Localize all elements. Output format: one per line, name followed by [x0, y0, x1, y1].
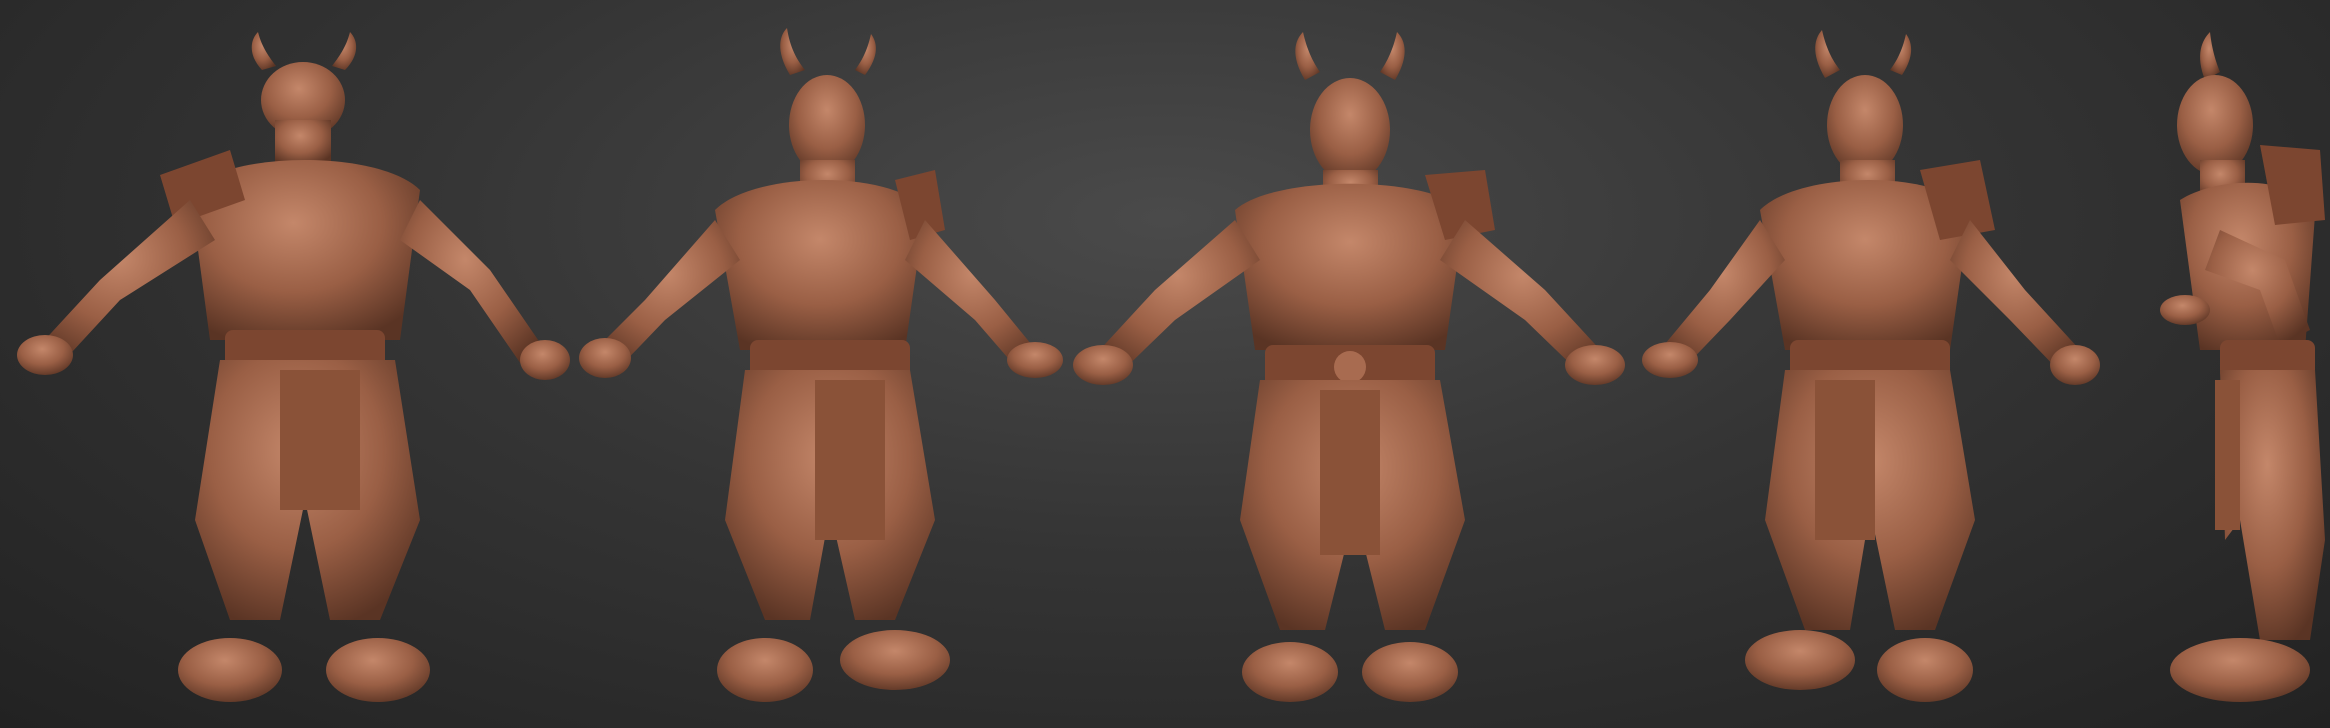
- figure-side-view: [2110, 0, 2330, 728]
- sculpt-3q-left-image: [579, 28, 1063, 702]
- sculpt-3q-right-image: [1642, 30, 2100, 702]
- sculpt-side-image: [2160, 32, 2325, 702]
- figure-back-view: [0, 0, 580, 728]
- sculpt-front-image: [1073, 32, 1625, 702]
- figure-three-quarter-right-view: [1640, 0, 2100, 728]
- sculpt-back-image: [17, 32, 570, 702]
- figure-front-view: [1065, 0, 1635, 728]
- figure-three-quarter-left-view: [565, 0, 1065, 728]
- turntable-render: [0, 0, 2330, 728]
